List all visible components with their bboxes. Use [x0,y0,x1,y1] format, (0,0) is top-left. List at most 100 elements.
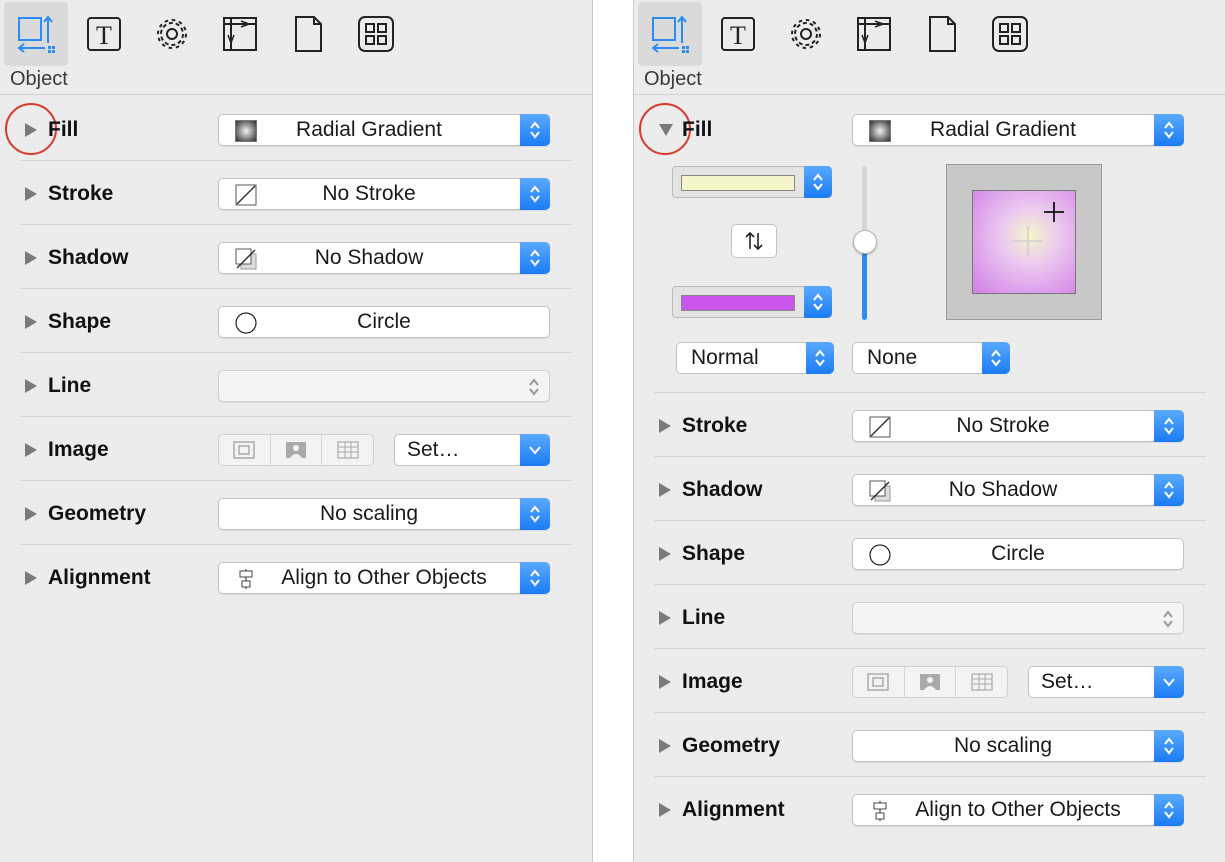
line-type-popup[interactable] [852,602,1184,634]
chevron-updown-icon [1154,794,1184,826]
alignment-popup[interactable]: Align to Other Objects [218,562,550,594]
object-tab[interactable] [638,2,702,66]
image-mode-tile[interactable] [956,667,1007,697]
image-mode-segmented-control [852,666,1008,698]
canvas-tab[interactable] [208,2,272,66]
secondary-option-value: None [867,346,918,369]
shape-disclosure-triangle[interactable] [25,315,37,329]
document-tab[interactable] [276,2,340,66]
shadow-disclosure-triangle[interactable] [25,251,37,265]
document-tab[interactable] [910,2,974,66]
gradient-center-crosshair-icon[interactable] [1043,201,1065,223]
image-set-popup[interactable]: Set… [394,434,550,466]
line-disclosure-triangle[interactable] [25,379,37,393]
line-disclosure-triangle[interactable] [659,611,671,625]
text-tab[interactable]: T [706,2,770,66]
row-divider [654,584,1206,585]
chevron-updown-icon [520,178,550,210]
gradient-center-editor[interactable] [946,164,1102,320]
fill-type-value: Radial Gradient [296,118,442,141]
chevron-updown-icon [982,342,1010,374]
object-tab[interactable] [4,2,68,66]
chevron-updown-icon [520,562,550,594]
image-label: Image [682,670,743,693]
image-stretch-icon [867,673,890,691]
fill-type-value: Radial Gradient [930,118,1076,141]
section-title: Object [644,68,702,90]
shadow-type-popup[interactable]: No Shadow [218,242,550,274]
line-type-value [219,371,519,401]
image-disclosure-triangle[interactable] [659,675,671,689]
gradient-midpoint-slider-knob[interactable] [853,230,877,254]
image-mode-stretch[interactable] [219,435,271,465]
divider [634,94,1225,95]
chevron-updown-icon [1154,730,1184,762]
shadow-type-popup[interactable]: No Shadow [852,474,1184,506]
image-mode-stretch[interactable] [853,667,905,697]
chevron-updown-icon [1154,474,1184,506]
chevron-updown-icon [1154,410,1184,442]
stencils-tab[interactable] [344,2,408,66]
image-set-popup[interactable]: Set… [1028,666,1184,698]
end-color-swatch [681,295,795,311]
secondary-option-popup[interactable]: None [852,342,1010,374]
chevron-updown-icon [804,166,832,198]
document-icon [295,16,322,52]
swap-colors-button[interactable] [731,224,777,258]
image-set-value: Set… [1041,670,1094,693]
gradient-start-color-well[interactable] [672,166,832,198]
blend-mode-popup[interactable]: Normal [676,342,834,374]
line-type-popup[interactable] [218,370,550,402]
image-mode-natural[interactable] [905,667,957,697]
canvas-tab[interactable] [842,2,906,66]
stencils-grid-icon [358,16,394,52]
shadow-label: Shadow [48,246,129,269]
alignment-value: Align to Other Objects [915,798,1121,821]
row-divider [654,392,1206,393]
geometry-label: Geometry [682,734,781,757]
stroke-type-value: No Stroke [322,182,416,205]
chevron-updown-icon [806,342,834,374]
geometry-disclosure-triangle[interactable] [25,507,37,521]
document-icon [929,16,956,52]
chevron-updown-icon [529,378,539,396]
properties-tab[interactable] [140,2,204,66]
fill-label: Fill [682,118,713,141]
shape-picker[interactable]: Circle [852,538,1184,570]
fill-type-popup[interactable]: Radial Gradient [218,114,550,146]
image-mode-tile[interactable] [322,435,373,465]
gradient-end-color-well[interactable] [672,286,832,318]
canvas-icon [223,17,257,51]
image-set-value: Set… [407,438,460,461]
shadow-disclosure-triangle[interactable] [659,483,671,497]
shape-picker[interactable]: Circle [218,306,550,338]
object-inspector-icon [17,15,55,53]
geometry-disclosure-triangle[interactable] [659,739,671,753]
alignment-disclosure-triangle[interactable] [659,803,671,817]
stroke-type-popup[interactable]: No Stroke [852,410,1184,442]
row-divider [654,648,1206,649]
image-stretch-icon [233,441,256,459]
image-mode-natural[interactable] [271,435,323,465]
stroke-disclosure-triangle[interactable] [659,419,671,433]
stencils-tab[interactable] [978,2,1042,66]
alignment-label: Alignment [682,798,785,821]
text-tab[interactable]: T [72,2,136,66]
geometry-scaling-popup[interactable]: No scaling [852,730,1184,762]
section-title: Object [10,68,68,90]
alignment-popup[interactable]: Align to Other Objects [852,794,1184,826]
stroke-type-popup[interactable]: No Stroke [218,178,550,210]
row-divider [20,544,572,545]
alignment-disclosure-triangle[interactable] [25,571,37,585]
chevron-updown-icon [520,242,550,274]
shape-disclosure-triangle[interactable] [659,547,671,561]
fill-type-popup[interactable]: Radial Gradient [852,114,1184,146]
properties-tab[interactable] [774,2,838,66]
image-disclosure-triangle[interactable] [25,443,37,457]
geometry-scaling-popup[interactable]: No scaling [218,498,550,530]
canvas-icon [857,17,891,51]
row-divider [654,456,1206,457]
inspector-panel-expanded: T Object Fill Radial Gradient Normal Non… [633,0,1225,862]
stroke-disclosure-triangle[interactable] [25,187,37,201]
shape-value: Circle [991,542,1045,565]
